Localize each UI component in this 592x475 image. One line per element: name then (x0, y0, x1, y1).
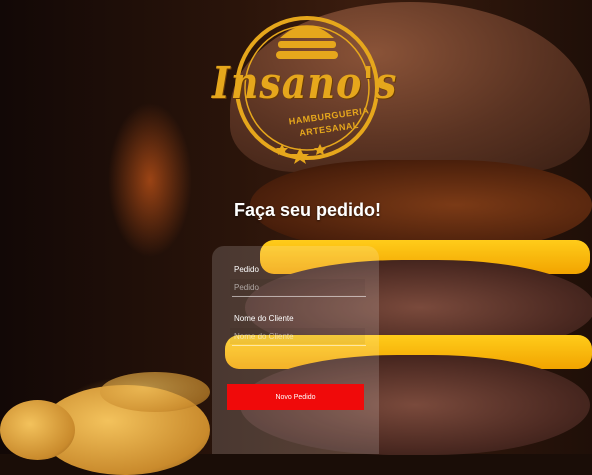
customer-input-underline (232, 345, 366, 346)
potato-image (0, 400, 75, 460)
brand-logo: Insano's HAMBURGUERIA ARTESANAL (212, 8, 398, 168)
logo-wordmark: Insano's (212, 56, 398, 109)
potato-image (100, 372, 210, 412)
order-input-underline (232, 296, 366, 297)
new-order-button[interactable]: Novo Pedido (227, 384, 364, 410)
customer-name-input[interactable] (230, 328, 365, 344)
page-title: Faça seu pedido! (234, 200, 382, 220)
order-form-card (212, 246, 379, 454)
order-field-label: Pedido (234, 265, 259, 274)
order-input[interactable] (230, 279, 365, 295)
customer-field-label: Nome do Cliente (234, 314, 294, 323)
